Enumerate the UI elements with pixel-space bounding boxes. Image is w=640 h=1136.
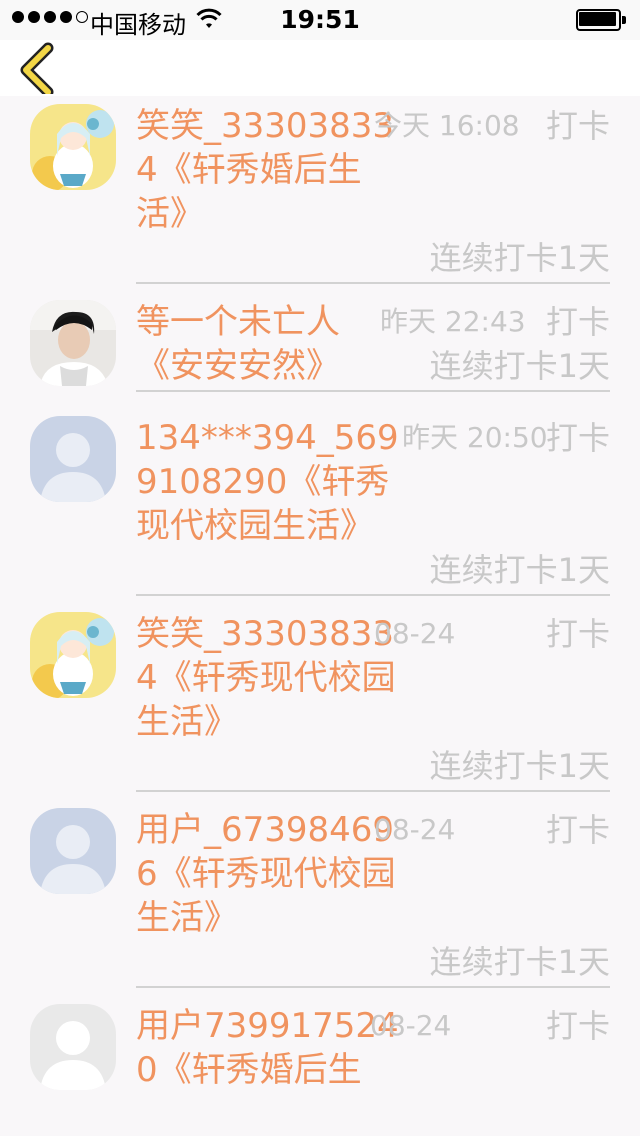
young-man-photo-avatar[interactable] [30,300,116,386]
row-divider [136,390,610,392]
checkin-label: 打卡 [545,303,610,341]
checkin-label: 打卡 [545,107,610,145]
entry-name[interactable]: 笑笑_333038334《轩秀现代校园生活》 [136,612,401,744]
entry-time: 08-24 [374,617,456,650]
entry-time: 昨天 20:50 [402,421,548,454]
row-divider [136,282,610,284]
checkin-label: 打卡 [545,419,610,457]
row-divider [136,986,610,988]
entry-name[interactable]: 等一个未亡人《安安安然》 [136,300,401,388]
entry-time: 08-24 [374,813,456,846]
anime-girl-avatar[interactable] [30,612,116,698]
entry-time: 08-24 [370,1009,452,1042]
default-user-avatar[interactable] [30,416,116,502]
streak-label: 连续打卡1天 [429,943,610,981]
entry-name[interactable]: 笑笑_333038334《轩秀婚后生活》 [136,104,401,236]
checkin-label: 打卡 [545,615,610,653]
status-time: 19:51 [280,5,360,34]
entry-time: 昨天 22:43 [380,305,526,338]
entry-name[interactable]: 用户7399175240《轩秀婚后生 [136,1004,401,1092]
back-button[interactable] [14,42,62,98]
entry-name[interactable]: 134***394_5699108290《轩秀现代校园生活》 [136,416,401,548]
default-user-avatar[interactable] [30,808,116,894]
row-divider [136,594,610,596]
streak-label: 连续打卡1天 [429,551,610,589]
streak-label: 连续打卡1天 [429,239,610,277]
grey-user-avatar[interactable] [30,1004,116,1090]
anime-girl-avatar[interactable] [30,104,116,190]
nav-bar [0,40,640,98]
entry-time: 今天 16:08 [374,109,520,142]
row-divider [136,790,610,792]
streak-label: 连续打卡1天 [429,347,610,385]
checkin-label: 打卡 [545,1007,610,1045]
checkin-label: 打卡 [545,811,610,849]
chevron-left-icon [20,42,54,98]
entry-name[interactable]: 用户_673984696《轩秀现代校园生活》 [136,808,401,940]
status-bar: 中国移动 19:51 [0,0,640,40]
battery-icon [576,9,626,31]
streak-label: 连续打卡1天 [429,747,610,785]
